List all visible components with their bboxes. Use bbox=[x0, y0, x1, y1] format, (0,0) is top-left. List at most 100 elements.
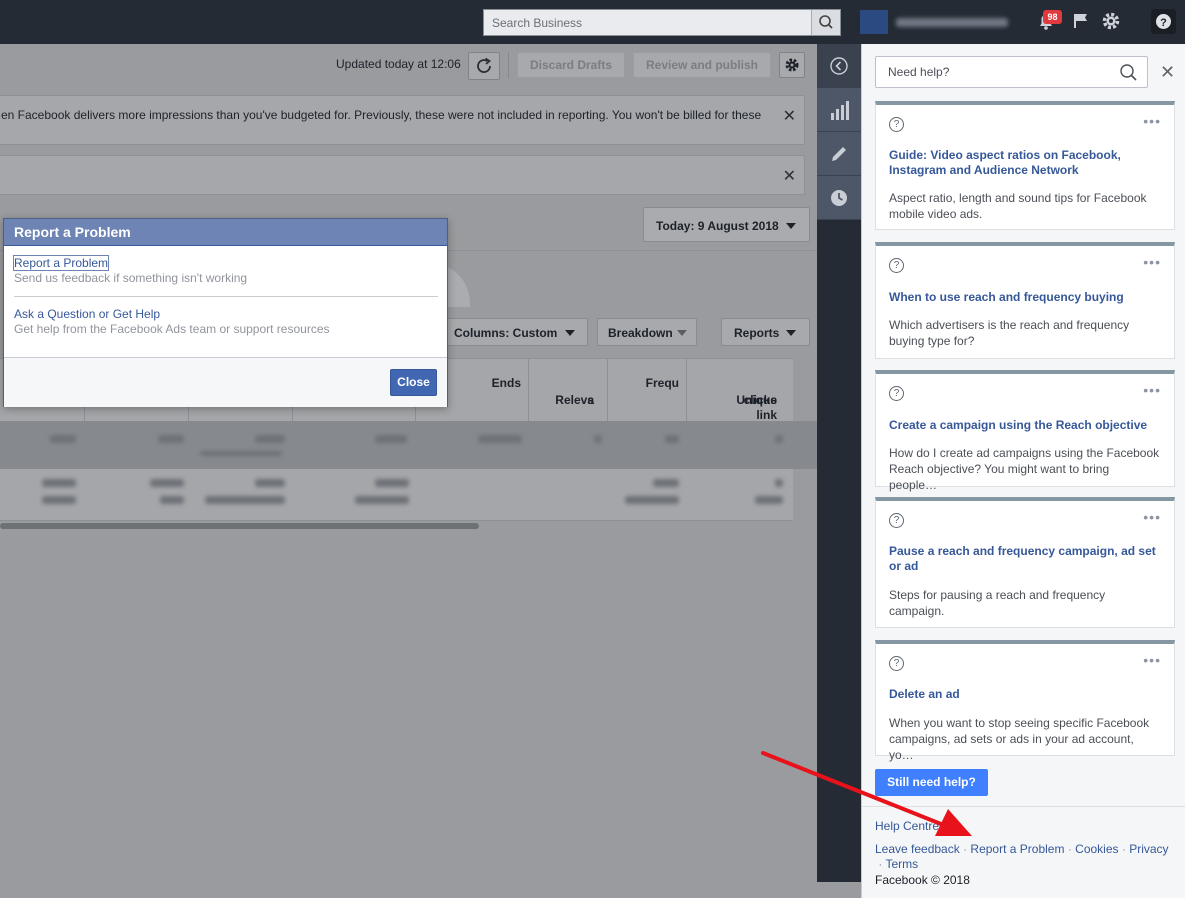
help-centre-link[interactable]: Help Centre bbox=[875, 819, 939, 833]
question-icon: ? bbox=[889, 513, 904, 528]
avatar bbox=[860, 10, 888, 34]
question-icon: ? bbox=[889, 386, 904, 401]
chevron-down-icon bbox=[565, 330, 575, 336]
separator: · bbox=[875, 857, 886, 871]
notice-banner-secondary: ✕ bbox=[0, 155, 805, 195]
redacted-value bbox=[653, 479, 679, 487]
redacted-value bbox=[255, 479, 285, 487]
report-problem-footer-link[interactable]: Report a Problem bbox=[970, 842, 1064, 856]
article-description: How do I create ad campaigns using the F… bbox=[889, 446, 1160, 492]
ads-manager-main: Updated today at 12:06 Discard Drafts Re… bbox=[0, 44, 817, 898]
help-article-card[interactable]: ? ••• Delete an ad When you want to stop… bbox=[875, 640, 1175, 762]
bar-chart-icon bbox=[831, 101, 849, 120]
still-need-help-button[interactable]: Still need help? bbox=[875, 769, 988, 796]
reports-rail-button[interactable] bbox=[817, 88, 861, 132]
header-label: Frequ bbox=[645, 376, 679, 390]
header-label: Ends bbox=[491, 376, 521, 390]
close-icon[interactable]: ✕ bbox=[783, 106, 796, 126]
column-header-frequency[interactable]: Frequ bbox=[607, 359, 687, 422]
clock-icon bbox=[831, 190, 847, 206]
more-options-icon[interactable]: ••• bbox=[1143, 509, 1161, 525]
close-button[interactable]: Close bbox=[390, 369, 437, 396]
help-panel: ✕ ? ••• Guide: Video aspect ratios on Fa… bbox=[861, 44, 1185, 898]
table-settings-button[interactable] bbox=[779, 52, 805, 78]
copyright-text: Facebook © 2018 bbox=[875, 873, 970, 887]
report-problem-link[interactable]: Report a Problem bbox=[12, 255, 110, 271]
flag-button[interactable] bbox=[1070, 10, 1092, 32]
more-options-icon[interactable]: ••• bbox=[1143, 382, 1161, 398]
top-bar: 98 ? bbox=[0, 0, 1185, 44]
leave-feedback-link[interactable]: Leave feedback bbox=[875, 842, 960, 856]
gear-icon bbox=[1102, 12, 1120, 30]
redacted-value bbox=[42, 479, 76, 487]
redacted-value bbox=[160, 496, 184, 504]
article-title[interactable]: Delete an ad bbox=[889, 687, 1160, 702]
date-range-picker[interactable]: Today: 9 August 2018 bbox=[643, 207, 810, 242]
chevron-left-icon bbox=[830, 57, 848, 75]
question-icon: ? bbox=[1156, 14, 1171, 29]
collapse-panel-button[interactable] bbox=[817, 44, 861, 88]
notification-badge: 98 bbox=[1043, 10, 1062, 24]
results-summary-row bbox=[0, 421, 817, 469]
cookies-link[interactable]: Cookies bbox=[1075, 842, 1118, 856]
dialog-title: Report a Problem bbox=[4, 219, 447, 246]
search-button[interactable] bbox=[811, 10, 840, 35]
search-icon[interactable] bbox=[1119, 63, 1139, 83]
article-description: When you want to stop seeing specific Fa… bbox=[889, 716, 1150, 762]
breakdown-dropdown[interactable]: Breakdown bbox=[597, 318, 697, 346]
review-publish-button[interactable]: Review and publish bbox=[633, 52, 771, 78]
redacted-value bbox=[50, 435, 76, 443]
question-icon: ? bbox=[889, 258, 904, 273]
help-article-card[interactable]: ? ••• Pause a reach and frequency campai… bbox=[875, 497, 1175, 628]
article-title[interactable]: Create a campaign using the Reach object… bbox=[889, 418, 1160, 433]
header-label: clicks bbox=[743, 393, 777, 407]
help-button[interactable]: ? bbox=[1151, 9, 1176, 34]
more-options-icon[interactable]: ••• bbox=[1143, 254, 1161, 270]
question-icon: ? bbox=[889, 656, 904, 671]
toolbar: Updated today at 12:06 Discard Drafts Re… bbox=[0, 44, 817, 86]
refresh-icon bbox=[477, 57, 492, 73]
edit-rail-button[interactable] bbox=[817, 132, 861, 176]
more-options-icon[interactable]: ••• bbox=[1143, 652, 1161, 668]
help-article-card[interactable]: ? ••• When to use reach and frequency bu… bbox=[875, 242, 1175, 359]
breakdown-label: Breakdown bbox=[608, 326, 673, 340]
reports-dropdown[interactable]: Reports bbox=[721, 318, 810, 346]
article-title[interactable]: Pause a reach and frequency campaign, ad… bbox=[889, 544, 1160, 574]
more-options-icon[interactable]: ••• bbox=[1143, 113, 1161, 129]
account-switcher[interactable] bbox=[860, 10, 1020, 34]
ask-question-link[interactable]: Ask a Question or Get Help bbox=[14, 307, 330, 321]
help-article-card[interactable]: ? ••• Create a campaign using the Reach … bbox=[875, 370, 1175, 492]
discard-drafts-button[interactable]: Discard Drafts bbox=[517, 52, 625, 78]
ask-question-description: Get help from the Facebook Ads team or s… bbox=[14, 322, 330, 336]
history-rail-button[interactable] bbox=[817, 176, 861, 220]
redacted-value bbox=[775, 479, 783, 487]
horizontal-scrollbar[interactable] bbox=[0, 523, 479, 529]
article-title[interactable]: Guide: Video aspect ratios on Facebook, … bbox=[889, 148, 1160, 178]
redacted-value bbox=[594, 435, 602, 443]
help-search-box[interactable] bbox=[875, 56, 1148, 88]
refresh-button[interactable] bbox=[468, 52, 500, 80]
close-icon[interactable]: ✕ bbox=[1160, 63, 1175, 81]
redacted-value bbox=[205, 496, 285, 504]
ask-question-option[interactable]: Ask a Question or Get Help Get help from… bbox=[14, 307, 330, 336]
columns-label: Columns: Custom bbox=[454, 326, 558, 340]
column-header-unique-link-clicks[interactable]: Unique link clicks bbox=[686, 359, 793, 422]
account-name-redacted bbox=[896, 18, 1008, 27]
redacted-value bbox=[150, 479, 184, 487]
settings-button[interactable] bbox=[1100, 10, 1122, 32]
columns-dropdown[interactable]: Columns: Custom bbox=[443, 318, 588, 346]
business-search[interactable] bbox=[483, 9, 841, 36]
redacted-value bbox=[355, 496, 409, 504]
privacy-link[interactable]: Privacy bbox=[1129, 842, 1168, 856]
svg-text:?: ? bbox=[1160, 17, 1167, 29]
help-article-card[interactable]: ? ••• Guide: Video aspect ratios on Face… bbox=[875, 101, 1175, 230]
column-header-relevance[interactable]: Releva s bbox=[528, 359, 608, 422]
terms-link[interactable]: Terms bbox=[885, 857, 918, 871]
report-problem-option[interactable]: Report a Problem Send us feedback if som… bbox=[12, 255, 247, 285]
article-title[interactable]: When to use reach and frequency buying bbox=[889, 290, 1160, 305]
close-icon[interactable]: ✕ bbox=[783, 166, 796, 186]
table-row[interactable] bbox=[0, 469, 793, 521]
search-input[interactable] bbox=[484, 10, 812, 35]
redacted-value bbox=[255, 435, 285, 443]
help-search-input[interactable] bbox=[876, 57, 1111, 87]
